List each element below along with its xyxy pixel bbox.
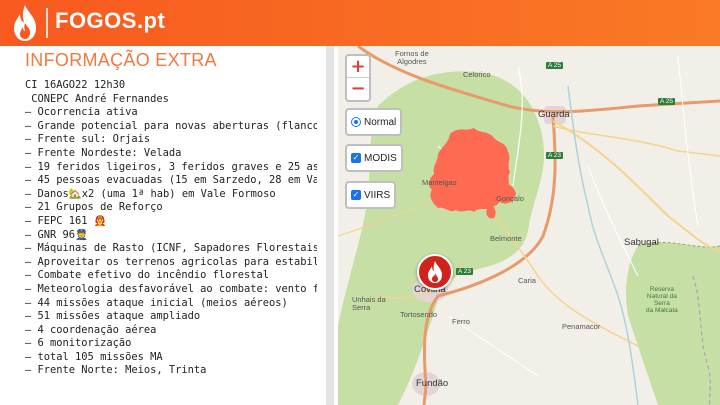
layer-modis[interactable]: ✓ MODIS <box>345 144 403 172</box>
place-goncalo: Gonçalo <box>496 194 524 203</box>
layer-viirs-label: VIIRS <box>364 189 391 201</box>
fire-icon <box>428 261 442 283</box>
logo-divider <box>46 8 48 38</box>
info-line: – GNR 96👮 <box>25 228 88 241</box>
info-line: – 19 feridos ligeiros, 3 feridos graves … <box>25 160 317 173</box>
place-caria: Caria <box>518 276 536 285</box>
info-line: CONEPC André Fernandes <box>25 92 169 105</box>
info-line: – Frente Nordeste: Velada <box>25 146 182 159</box>
info-line: – 51 missões ataque ampliado <box>25 310 201 323</box>
info-panel: INFORMAÇÃO EXTRA CI 16AGO22 12h30 CONEPC… <box>0 46 338 405</box>
layer-viirs[interactable]: ✓ VIIRS <box>345 181 397 209</box>
place-fornos: Fornos de Algodres <box>395 49 429 66</box>
info-line: – Frente sul: Orjais <box>25 133 151 146</box>
info-line: – Grande potencial para novas aberturas … <box>25 119 317 132</box>
place-tortosendo: Tortosendo <box>400 310 438 319</box>
info-line: – Frente Norte: Meios, Trinta <box>25 364 207 377</box>
info-line: – Aproveitar os terrenos agricolas para … <box>25 255 317 268</box>
info-line: – Combate efetivo do incêndio florestal <box>25 269 269 282</box>
place-celorico: Celorico <box>463 70 491 79</box>
info-line: – 21 Grupos de Reforço <box>25 201 163 214</box>
layer-modis-label: MODIS <box>364 152 397 164</box>
info-text: CI 16AGO22 12h30 CONEPC André Fernandes –… <box>25 79 317 378</box>
road-shield-a25b: A 25 <box>658 98 676 105</box>
place-guarda: Guarda <box>538 109 570 120</box>
map-view[interactable]: + − Normal ✓ MODIS ✓ VIIRS Fornos de Alg… <box>338 46 720 405</box>
place-manteigas: Manteigas <box>422 178 457 187</box>
zoom-out-button[interactable]: − <box>347 78 369 100</box>
panel-scrollbar[interactable] <box>326 46 334 405</box>
zoom-control: + − <box>345 54 371 102</box>
place-reserva: Reserva Natural da Serra da Malcata <box>646 286 678 314</box>
place-fundao: Fundão <box>416 378 449 389</box>
fire-logo-icon[interactable] <box>8 3 42 43</box>
info-line: – Máquinas de Rasto (ICNF, Sapadores Flo… <box>25 242 317 255</box>
info-line: – 6 monitorização <box>25 337 132 350</box>
zoom-in-button[interactable]: + <box>347 56 369 78</box>
section-title: INFORMAÇÃO EXTRA <box>25 50 217 70</box>
info-line: – 45 pessoas evacuadas (15 em Sarzedo, 2… <box>25 174 317 187</box>
info-line: CI 16AGO22 12h30 <box>25 79 126 91</box>
place-belmonte: Belmonte <box>490 234 522 243</box>
info-line: – FEPC 161 👨‍🚒 <box>25 214 107 227</box>
top-header: FOGOS.pt <box>0 0 720 46</box>
place-unhais: Unhais da Serra <box>352 295 386 312</box>
layer-normal-label: Normal <box>364 116 397 128</box>
brand-name[interactable]: FOGOS.pt <box>55 8 165 34</box>
info-line: – 4 coordenação aérea <box>25 323 157 336</box>
info-line: – Danos🏡x2 (uma 1ª hab) em Vale Formoso <box>25 187 276 200</box>
place-penamacor: Penamacor <box>562 322 601 331</box>
info-line: – total 105 missões MA <box>25 350 163 363</box>
place-sabugal: Sabugal <box>624 237 659 248</box>
road-shield-a23: A 23 <box>546 152 564 159</box>
checkbox-icon[interactable]: ✓ <box>351 153 361 163</box>
road-shield-a25: A 25 <box>546 62 564 69</box>
info-line: – Ocorrencia ativa <box>25 106 138 119</box>
layer-normal[interactable]: Normal <box>345 108 403 136</box>
info-line: – 44 missões ataque inicial (meios aéreo… <box>25 296 288 309</box>
road-shield-a23b: A 23 <box>456 268 474 275</box>
place-ferro: Ferro <box>452 317 470 326</box>
fire-marker[interactable] <box>417 254 453 290</box>
info-line: – Meteorologia desfavorável ao combate: … <box>25 282 317 295</box>
radio-icon[interactable] <box>351 117 361 127</box>
checkbox-icon[interactable]: ✓ <box>351 190 361 200</box>
